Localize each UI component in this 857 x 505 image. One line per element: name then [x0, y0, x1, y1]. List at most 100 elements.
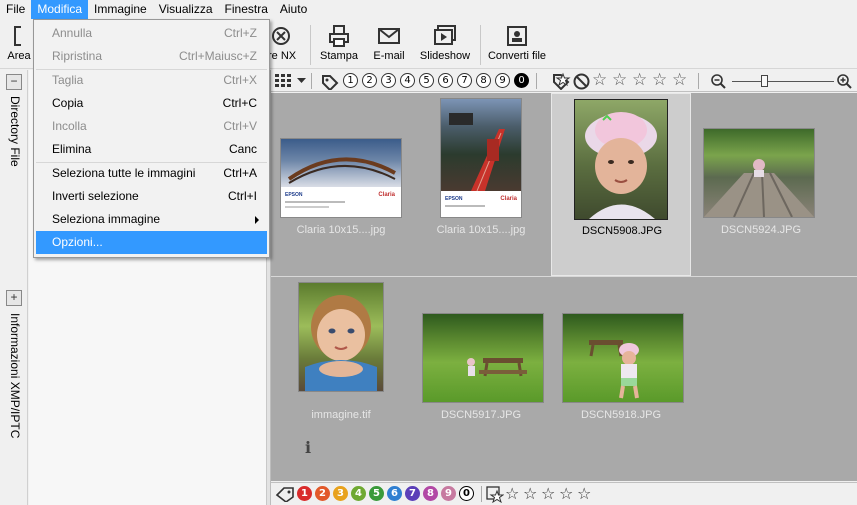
- rating-star-3[interactable]: ☆: [632, 71, 647, 89]
- menu-item-options[interactable]: Opzioni...: [36, 231, 267, 254]
- slideshow-button[interactable]: Slideshow: [416, 21, 474, 62]
- rating-filter-icon[interactable]: [551, 72, 571, 90]
- rating-icon[interactable]: [486, 486, 504, 503]
- thumbnail-caption: immagine.tif: [311, 409, 371, 421]
- thumbnail-cell[interactable]: EPSON Claria Claria 10x15....jpg: [411, 93, 551, 276]
- label-filter-3[interactable]: 3: [381, 73, 396, 88]
- rating-star-2[interactable]: ☆: [523, 484, 537, 503]
- menu-visualizza[interactable]: Visualizza: [153, 0, 219, 19]
- print-sample-brand: EPSON: [445, 196, 463, 202]
- view-dropdown-icon[interactable]: [297, 78, 306, 84]
- zoom-in-icon[interactable]: [837, 74, 852, 89]
- thumbnail-image: [298, 282, 384, 392]
- menu-item-select-image[interactable]: Seleziona immagine: [36, 208, 267, 231]
- menu-aiuto[interactable]: Aiuto: [274, 0, 313, 19]
- label-7[interactable]: 7: [405, 486, 420, 501]
- label-2[interactable]: 2: [315, 486, 330, 501]
- toolbar-divider: [536, 73, 537, 89]
- label-6[interactable]: 6: [387, 486, 402, 501]
- menu-item-cut[interactable]: Taglia Ctrl+X: [36, 69, 267, 92]
- xmp-iptc-tab[interactable]: Informazioni XMP/IPTC: [8, 313, 22, 438]
- collapse-button[interactable]: −: [6, 74, 22, 90]
- thumbnail-cell[interactable]: DSCN5917.JPG: [411, 277, 551, 427]
- area-label: Area: [7, 50, 31, 62]
- thumbnail-image: EPSON Claria: [280, 138, 402, 218]
- menu-finestra[interactable]: Finestra: [219, 0, 274, 19]
- thumbnail-image: [562, 313, 684, 403]
- menu-item-delete[interactable]: Elimina Canc: [36, 138, 267, 161]
- menu-item-label: Copia: [52, 96, 84, 110]
- slideshow-label: Slideshow: [419, 50, 471, 62]
- rating-star-1[interactable]: ☆: [505, 484, 519, 503]
- menu-item-undo[interactable]: Annulla Ctrl+Z: [36, 22, 267, 45]
- menu-file[interactable]: File: [0, 0, 31, 19]
- rating-star-1[interactable]: ☆: [592, 71, 607, 89]
- thumbnail-cell[interactable]: DSCN5918.JPG: [551, 277, 691, 427]
- menu-item-redo[interactable]: Ripristina Ctrl+Maiusc+Z: [36, 45, 267, 68]
- label-0[interactable]: 0: [459, 486, 474, 501]
- slideshow-icon: [434, 25, 456, 45]
- label-1[interactable]: 1: [297, 486, 312, 501]
- rating-star-4[interactable]: ☆: [559, 484, 573, 503]
- rating-star-4[interactable]: ☆: [652, 71, 667, 89]
- expand-button[interactable]: +: [6, 290, 22, 306]
- menu-item-paste[interactable]: Incolla Ctrl+V: [36, 115, 267, 138]
- label-filter-7[interactable]: 7: [457, 73, 472, 88]
- zoom-out-icon[interactable]: [711, 74, 726, 89]
- label-3[interactable]: 3: [333, 486, 348, 501]
- menu-item-invert-selection[interactable]: Inverti selezione Ctrl+I: [36, 185, 267, 208]
- label-4[interactable]: 4: [351, 486, 366, 501]
- label-filter-0[interactable]: 0: [514, 73, 529, 88]
- menu-immagine[interactable]: Immagine: [88, 0, 153, 19]
- directory-file-tab[interactable]: Directory File: [8, 96, 22, 167]
- edit-menu-dropdown: Annulla Ctrl+Z Ripristina Ctrl+Maiusc+Z …: [33, 19, 270, 258]
- email-label: E-mail: [373, 50, 405, 62]
- rating-star-3[interactable]: ☆: [541, 484, 555, 503]
- rating-star-2[interactable]: ☆: [612, 71, 627, 89]
- label-5[interactable]: 5: [369, 486, 384, 501]
- menu-item-label: Annulla: [52, 26, 93, 40]
- label-filter-2[interactable]: 2: [362, 73, 377, 88]
- label-filter-4[interactable]: 4: [400, 73, 415, 88]
- menu-item-label: Inverti selezione: [52, 189, 139, 203]
- label-filter-5[interactable]: 5: [419, 73, 434, 88]
- thumbnail-cell[interactable]: DSCN5924.JPG: [691, 93, 831, 276]
- menu-item-select-all[interactable]: Seleziona tutte le immagini Ctrl+A: [36, 162, 267, 185]
- rating-star-5[interactable]: ☆: [577, 484, 591, 503]
- menu-item-label: Elimina: [52, 142, 92, 156]
- label-icon[interactable]: [275, 486, 295, 502]
- thumbnail-cell[interactable]: EPSON Claria Claria 10x15....jpg: [271, 93, 411, 276]
- print-button[interactable]: Stampa: [316, 21, 362, 62]
- submenu-arrow-icon: [255, 216, 259, 224]
- no-rating-icon[interactable]: [573, 73, 590, 90]
- email-button[interactable]: E-mail: [368, 21, 410, 62]
- area-icon: [14, 26, 21, 46]
- label-filter-icon[interactable]: [320, 73, 340, 90]
- convert-files-button[interactable]: Converti file: [486, 21, 548, 62]
- envelope-icon: [378, 28, 400, 44]
- menu-item-shortcut: Ctrl+I: [227, 189, 257, 203]
- menu-item-shortcut: Ctrl+Z: [224, 26, 257, 40]
- thumbnail-cell[interactable]: immagine.tif: [271, 277, 411, 427]
- label-filter-1[interactable]: 1: [343, 73, 358, 88]
- label-filter-8[interactable]: 8: [476, 73, 491, 88]
- menu-modifica[interactable]: Modifica: [31, 0, 89, 19]
- zoom-slider-thumb[interactable]: [761, 75, 768, 87]
- grid-view-icon[interactable]: [275, 74, 293, 88]
- area-button[interactable]: Area: [4, 21, 34, 62]
- thumbnail-caption: Claria 10x15....jpg: [296, 224, 386, 236]
- toolbar-divider: [480, 25, 481, 65]
- label-filter-6[interactable]: 6: [438, 73, 453, 88]
- zoom-slider-track[interactable]: [732, 81, 834, 82]
- rating-star-5[interactable]: ☆: [672, 71, 687, 89]
- thumbnail-image: EPSON Claria: [440, 98, 522, 218]
- label-9[interactable]: 9: [441, 486, 456, 501]
- label-8[interactable]: 8: [423, 486, 438, 501]
- browser-toolbar: 1 2 3 4 5 6 7 8 9 0 ☆ ☆ ☆ ☆ ☆: [271, 70, 857, 92]
- info-icon[interactable]: i: [305, 438, 311, 457]
- thumbnail-cell-selected[interactable]: DSCN5908.JPG: [551, 93, 691, 276]
- menu-item-label: Seleziona immagine: [52, 212, 161, 226]
- convert-label: Converti file: [487, 50, 547, 62]
- menu-item-copy[interactable]: Copia Ctrl+C: [36, 92, 267, 115]
- label-filter-9[interactable]: 9: [495, 73, 510, 88]
